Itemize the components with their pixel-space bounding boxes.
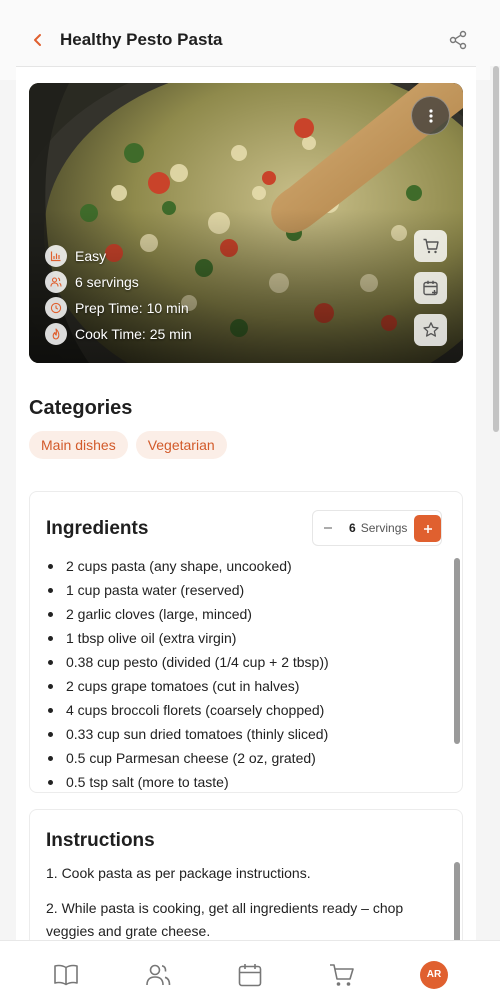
servings-stepper: 6 Servings — [312, 510, 442, 546]
more-options-button[interactable] — [411, 96, 450, 135]
instructions-card: Instructions 1. Cook pasta as per packag… — [29, 809, 463, 940]
meta-servings: 6 servings — [45, 271, 192, 293]
category-chips: Main dishes Vegetarian — [29, 431, 227, 459]
nav-recipes[interactable] — [46, 955, 86, 995]
servings-label: Servings — [360, 521, 408, 535]
cart-icon — [330, 963, 354, 986]
page-title: Healthy Pesto Pasta — [60, 30, 223, 49]
hero-side-actions — [414, 230, 447, 346]
nav-community[interactable] — [138, 955, 178, 995]
book-icon — [54, 964, 78, 985]
instructions-title: Instructions — [46, 830, 155, 851]
nav-planner[interactable] — [230, 955, 270, 995]
category-chip-vegetarian[interactable]: Vegetarian — [135, 431, 227, 459]
ingredients-title: Ingredients — [46, 518, 149, 539]
favorite-button[interactable] — [414, 314, 447, 346]
nav-profile[interactable]: AR — [414, 955, 454, 995]
ingredient-item: 1 cup pasta water (reserved) — [46, 578, 441, 602]
ingredient-item: 1 tbsp olive oil (extra virgin) — [46, 626, 441, 650]
bar-chart-icon — [50, 251, 61, 262]
nav-shopping-list[interactable] — [322, 955, 362, 995]
meta-cook-time: Cook Time: 25 min — [45, 323, 192, 345]
instructions-list: 1. Cook pasta as per package instruction… — [46, 862, 431, 940]
category-chip-main-dishes[interactable]: Main dishes — [29, 431, 128, 459]
decrease-servings-button[interactable] — [313, 511, 343, 545]
cart-icon — [423, 238, 439, 254]
meta-prep-time: Prep Time: 10 min — [45, 297, 192, 319]
meta-text: Prep Time: 10 min — [75, 300, 189, 316]
meta-text: Easy — [75, 248, 107, 264]
ingredients-card: Ingredients 6 Servings 2 cups pasta (any… — [29, 491, 463, 793]
share-icon — [449, 30, 467, 50]
flame-icon — [52, 328, 60, 340]
users-icon — [50, 277, 62, 287]
star-icon — [422, 322, 439, 337]
categories-title: Categories — [29, 397, 133, 419]
more-vertical-icon — [428, 108, 433, 123]
minus-icon — [324, 527, 332, 529]
ingredient-item: 2 cups pasta (any shape, uncooked) — [46, 554, 441, 578]
back-button[interactable] — [26, 28, 50, 52]
add-to-cart-button[interactable] — [414, 230, 447, 262]
calendar-add-icon — [422, 280, 438, 296]
ingredient-item: 0.5 tsp salt (more to taste) — [46, 770, 441, 792]
avatar: AR — [420, 960, 448, 989]
users-icon — [146, 964, 171, 985]
page-scrollbar-thumb[interactable] — [493, 66, 499, 432]
add-to-calendar-button[interactable] — [414, 272, 447, 304]
ingredients-scrollbar[interactable] — [454, 558, 460, 744]
chevron-left-icon — [34, 34, 41, 46]
instructions-scrollbar[interactable] — [454, 862, 460, 940]
clock-icon — [50, 302, 62, 314]
bottom-nav: AR — [0, 940, 500, 1008]
recipe-meta: Easy 6 servings Prep Time: 10 min Cook T… — [45, 245, 192, 345]
ingredient-item: 2 cups grape tomatoes (cut in halves) — [46, 674, 441, 698]
calendar-icon — [238, 963, 262, 986]
instruction-step: 1. Cook pasta as per package instruction… — [46, 865, 311, 881]
recipe-content: Easy 6 servings Prep Time: 10 min Cook T… — [16, 66, 476, 940]
servings-count: 6 — [349, 521, 356, 535]
ingredient-item: 0.38 cup pesto (divided (1/4 cup + 2 tbs… — [46, 650, 441, 674]
instruction-step: 2. While pasta is cooking, get all ingre… — [46, 900, 404, 939]
ingredient-item: 0.5 cup Parmesan cheese (2 oz, grated) — [46, 746, 441, 770]
meta-difficulty: Easy — [45, 245, 192, 267]
ingredient-item: 2 garlic cloves (large, minced) — [46, 602, 441, 626]
increase-servings-button[interactable] — [414, 515, 441, 542]
meta-text: Cook Time: 25 min — [75, 326, 192, 342]
plus-icon — [423, 524, 432, 533]
ingredient-item: 4 cups broccoli florets (coarsely choppe… — [46, 698, 441, 722]
ingredients-list: 2 cups pasta (any shape, uncooked) 1 cup … — [46, 554, 441, 792]
ingredient-item: 0.33 cup sun dried tomatoes (thinly slic… — [46, 722, 441, 746]
meta-text: 6 servings — [75, 274, 139, 290]
recipe-hero-image: Easy 6 servings Prep Time: 10 min Cook T… — [29, 83, 463, 363]
share-button[interactable] — [446, 28, 470, 52]
